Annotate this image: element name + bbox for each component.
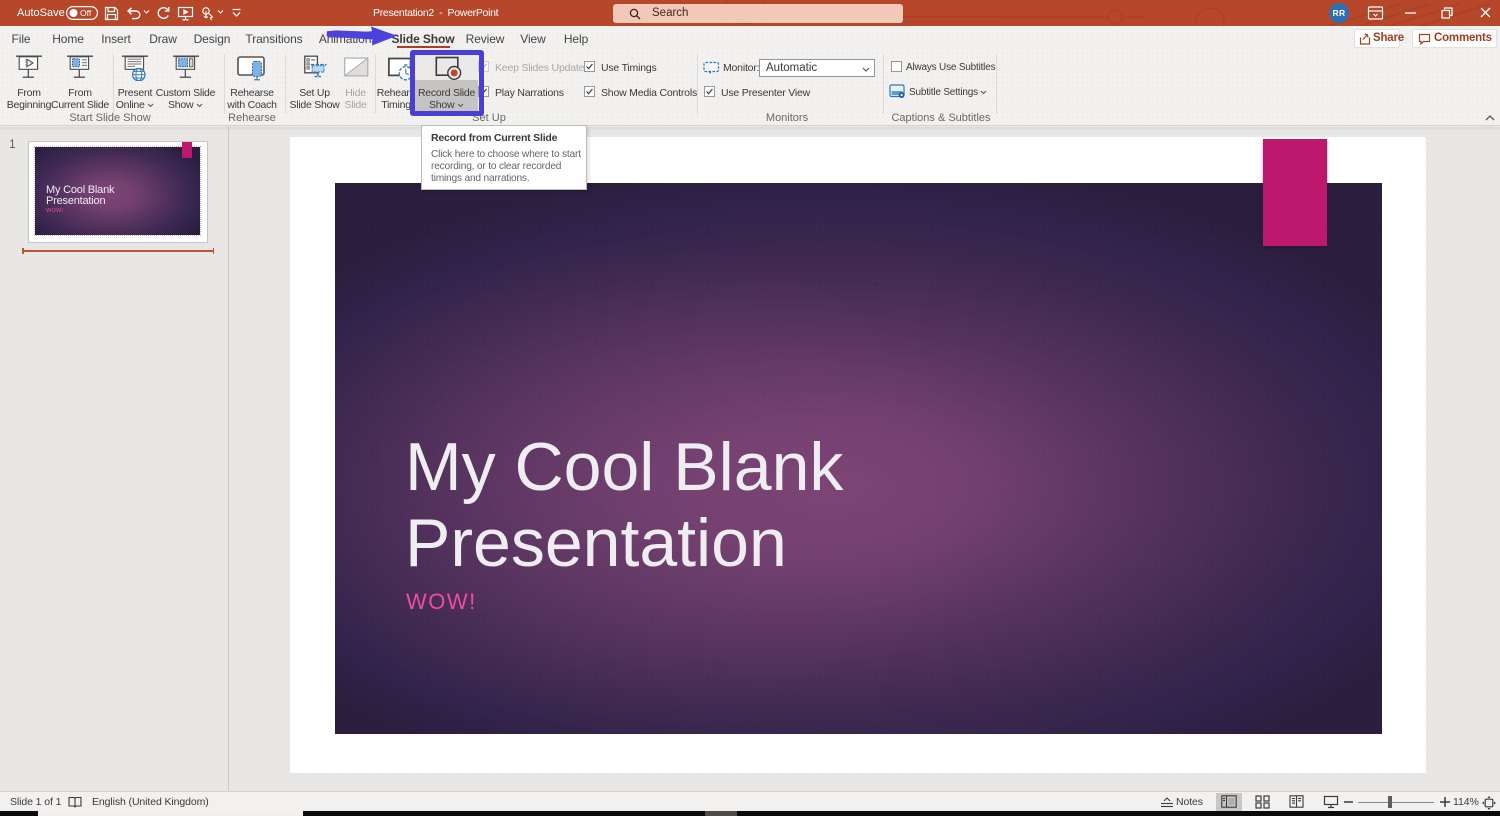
svg-text:Off: Off bbox=[80, 8, 92, 18]
